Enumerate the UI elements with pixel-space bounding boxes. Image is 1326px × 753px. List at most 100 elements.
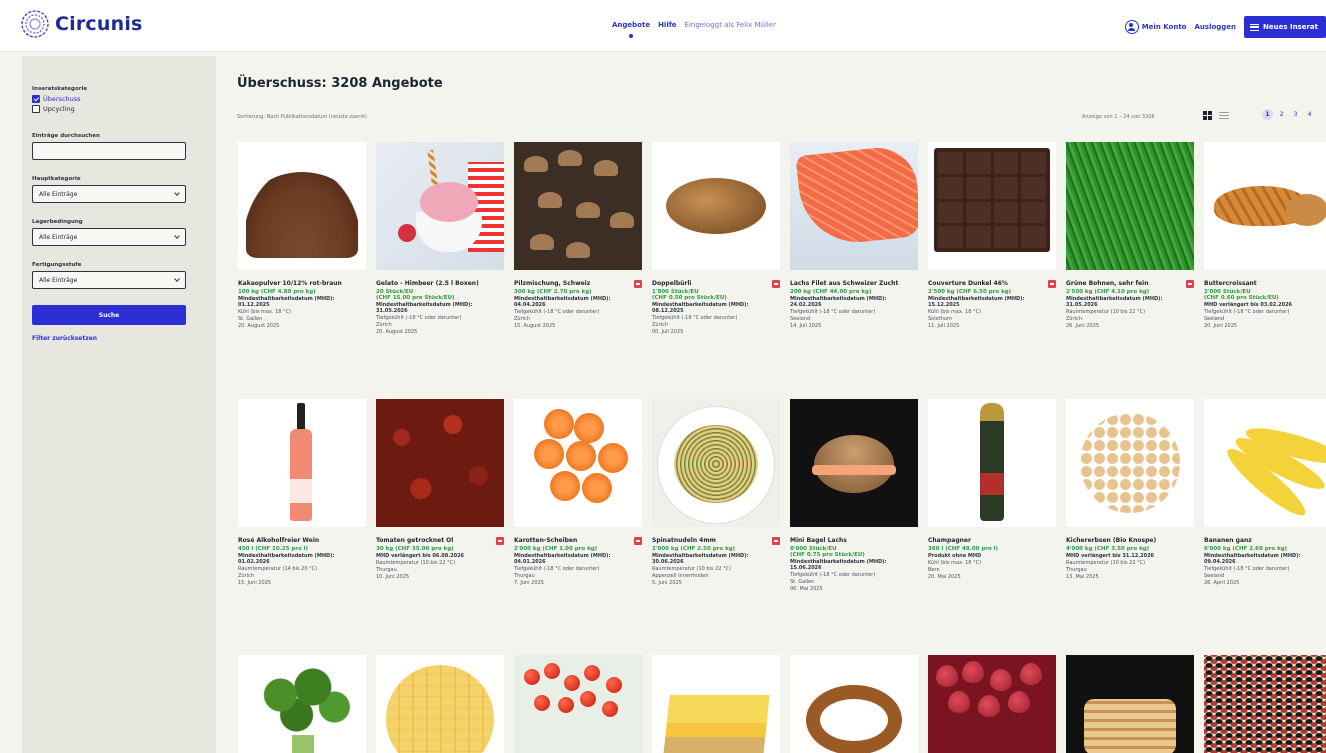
- page-3[interactable]: 3: [1290, 109, 1301, 120]
- logout-link[interactable]: Ausloggen: [1195, 23, 1237, 31]
- flag-icon[interactable]: [1048, 280, 1056, 288]
- stage-select[interactable]: Alle Einträge: [32, 271, 186, 289]
- checkbox-unchecked-icon[interactable]: [32, 105, 40, 113]
- flag-icon[interactable]: [772, 537, 780, 545]
- sorting-select[interactable]: Sortierung: Nach Publikationsdatum (neus…: [237, 114, 367, 120]
- product-name[interactable]: Doppelbürli: [652, 280, 780, 287]
- account-link[interactable]: Mein Konto: [1124, 20, 1187, 34]
- product-card[interactable]: Spinatnudeln 4mm 2'000 kg (CHF 2.50 pro k…: [652, 399, 780, 586]
- grid-view-icon[interactable]: [1203, 111, 1212, 120]
- main-category-select[interactable]: Alle Einträge: [32, 185, 186, 203]
- product-image[interactable]: [376, 399, 504, 527]
- product-image-cherry-tomatoes[interactable]: [514, 655, 642, 753]
- product-card[interactable]: Buttercroissant 2'000 Stück/EU (CHF 0.60 p…: [1204, 142, 1326, 329]
- product-image-pretzel[interactable]: [790, 655, 918, 753]
- product-name[interactable]: Champagner: [928, 537, 1056, 544]
- product-card[interactable]: Rosé Alkoholfreier Wein 450 l (CHF 10.25 …: [238, 399, 366, 586]
- product-image[interactable]: [514, 399, 642, 527]
- product-image[interactable]: [238, 399, 366, 527]
- product-image-beans-mix[interactable]: [1204, 655, 1326, 753]
- logo[interactable]: Circunis: [20, 9, 143, 39]
- product-image[interactable]: [652, 399, 780, 527]
- flag-icon[interactable]: [772, 280, 780, 288]
- product-name[interactable]: Lachs Filet aus Schweizer Zucht: [790, 280, 918, 287]
- product-card[interactable]: Champagner 360 l (CHF 48.00 pro l) Produkt…: [928, 399, 1056, 580]
- product-location: Zürich: [1066, 316, 1082, 322]
- product-card[interactable]: [1066, 655, 1194, 753]
- product-date: 20. August 2025: [238, 323, 280, 329]
- product-price: 300 kg (CHF 2.70 pro kg): [514, 289, 592, 295]
- search-button[interactable]: Suche: [32, 305, 186, 325]
- flag-icon[interactable]: [634, 537, 642, 545]
- product-card[interactable]: [1204, 655, 1326, 753]
- product-image[interactable]: [652, 142, 780, 270]
- product-name[interactable]: Karotten-Scheiben: [514, 537, 642, 544]
- product-image[interactable]: [514, 142, 642, 270]
- product-image-cake[interactable]: [652, 655, 780, 753]
- product-card[interactable]: Grüne Bohnen, sehr fein 2'500 kg (CHF 4.1…: [1066, 142, 1194, 329]
- page-2[interactable]: 2: [1276, 109, 1287, 120]
- product-name[interactable]: Kakaopulver 10/12% rot-braun: [238, 280, 366, 287]
- product-name[interactable]: Bananen ganz: [1204, 537, 1326, 544]
- product-card[interactable]: [514, 655, 642, 753]
- flag-icon[interactable]: [496, 537, 504, 545]
- search-input[interactable]: [32, 142, 186, 160]
- product-card[interactable]: Pilzmischung, Schweiz 300 kg (CHF 2.70 pr…: [514, 142, 642, 329]
- product-image-strawberries[interactable]: [928, 655, 1056, 753]
- product-image-broccoli[interactable]: [238, 655, 366, 753]
- product-image[interactable]: [928, 142, 1056, 270]
- product-image[interactable]: [1066, 142, 1194, 270]
- new-offer-button[interactable]: Neues Inserat: [1244, 16, 1326, 38]
- page-1[interactable]: 1: [1262, 109, 1273, 120]
- product-name[interactable]: Couverture Dunkel 46%: [928, 280, 1056, 287]
- product-image[interactable]: [790, 142, 918, 270]
- product-image-toast[interactable]: [1066, 655, 1194, 753]
- product-card[interactable]: [928, 655, 1056, 753]
- product-image[interactable]: [1204, 142, 1326, 270]
- product-card[interactable]: [376, 655, 504, 753]
- product-location: Appenzell Innerrhoden: [652, 573, 709, 579]
- product-card[interactable]: Couverture Dunkel 46% 2'500 kg (CHF 6.50 …: [928, 142, 1056, 329]
- storage-select[interactable]: Alle Einträge: [32, 228, 186, 246]
- nav-hilfe[interactable]: Hilfe: [658, 21, 676, 29]
- product-image[interactable]: [1204, 399, 1326, 527]
- product-name[interactable]: Tomaten getrocknet Öl: [376, 537, 504, 544]
- product-image[interactable]: [928, 399, 1056, 527]
- product-card[interactable]: Karotten-Scheiben 2'000 kg (CHF 1.00 pro …: [514, 399, 642, 586]
- product-card[interactable]: [790, 655, 918, 753]
- product-price: 30 kg (CHF 35.00 pro kg): [376, 546, 454, 552]
- product-image-pineapple[interactable]: [376, 655, 504, 753]
- product-card[interactable]: Tomaten getrocknet Öl 30 kg (CHF 35.00 pr…: [376, 399, 504, 580]
- product-image[interactable]: [790, 399, 918, 527]
- product-name[interactable]: Grüne Bohnen, sehr fein: [1066, 280, 1194, 287]
- product-card[interactable]: Mini Bagel Lachs 8'000 Stück/EU (CHF 0.75 …: [790, 399, 918, 592]
- product-card[interactable]: Doppelbürli 1'800 Stück/EU (CHF 0.50 pro S…: [652, 142, 780, 335]
- checkbox-checked-icon[interactable]: [32, 95, 40, 103]
- product-name[interactable]: Gelato - Himbeer (2.5 l Boxen): [376, 280, 504, 287]
- product-image[interactable]: [238, 142, 366, 270]
- product-card[interactable]: Kichererbsen (Bio Knospe) 4'000 kg (CHF 3…: [1066, 399, 1194, 580]
- product-name[interactable]: Rosé Alkoholfreier Wein: [238, 537, 366, 544]
- product-mhd-date: 15.06.2026: [790, 565, 822, 571]
- page-4[interactable]: 4: [1304, 109, 1315, 120]
- checkbox-ueberschuss[interactable]: Überschuss: [32, 95, 186, 103]
- reset-filter-link[interactable]: Filter zurücksetzen: [32, 335, 186, 342]
- product-name[interactable]: Buttercroissant: [1204, 280, 1326, 287]
- product-card[interactable]: Kakaopulver 10/12% rot-braun 100 kg (CHF …: [238, 142, 366, 329]
- product-image[interactable]: [1066, 399, 1194, 527]
- nav-angebote[interactable]: Angebote: [612, 21, 650, 38]
- checkbox-upcycling[interactable]: Upcycling: [32, 105, 186, 113]
- product-card[interactable]: Gelato - Himbeer (2.5 l Boxen) 20 Stück/E…: [376, 142, 504, 335]
- product-card[interactable]: Bananen ganz 6'000 kg (CHF 2.60 pro kg) Mi…: [1204, 399, 1326, 586]
- product-card[interactable]: Lachs Filet aus Schweizer Zucht 200 kg (C…: [790, 142, 918, 329]
- product-card[interactable]: [652, 655, 780, 753]
- list-view-icon[interactable]: [1219, 112, 1229, 119]
- product-name[interactable]: Pilzmischung, Schweiz: [514, 280, 642, 287]
- product-image[interactable]: [376, 142, 504, 270]
- product-card[interactable]: [238, 655, 366, 753]
- flag-icon[interactable]: [1186, 280, 1194, 288]
- product-name[interactable]: Mini Bagel Lachs: [790, 537, 918, 544]
- product-name[interactable]: Spinatnudeln 4mm: [652, 537, 780, 544]
- product-name[interactable]: Kichererbsen (Bio Knospe): [1066, 537, 1194, 544]
- flag-icon[interactable]: [634, 280, 642, 288]
